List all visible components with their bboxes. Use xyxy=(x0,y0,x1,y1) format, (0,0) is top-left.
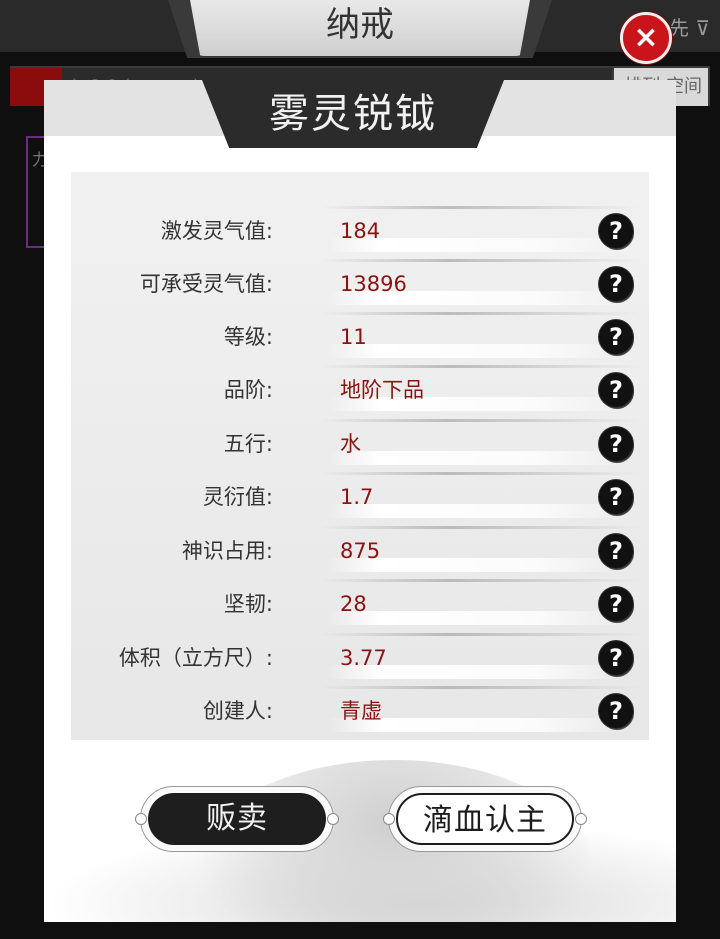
help-icon[interactable]: ? xyxy=(599,214,633,248)
attribute-label: 灵衍值: xyxy=(202,485,273,509)
close-icon: × xyxy=(633,20,659,55)
attribute-label: 品阶: xyxy=(223,378,273,402)
attribute-label: 激发灵气值: xyxy=(160,219,273,243)
attribute-row: 品阶: 地阶下品 ? xyxy=(71,361,649,415)
attribute-value: 11 xyxy=(340,325,367,349)
attribute-value: 3.77 xyxy=(340,646,387,670)
attribute-label: 创建人: xyxy=(202,699,273,723)
attribute-value: 青虚 xyxy=(340,699,382,723)
attribute-label: 体积（立方尺）: xyxy=(118,646,273,670)
attribute-value: 184 xyxy=(340,219,381,243)
mountain-mist-decoration xyxy=(44,740,676,922)
help-icon[interactable]: ? xyxy=(599,480,633,514)
row-brush-stroke xyxy=(327,611,627,625)
help-icon[interactable]: ? xyxy=(599,641,633,675)
attribute-row: 神识占用: 875 ? xyxy=(71,522,649,576)
attribute-value: 13896 xyxy=(340,272,407,296)
sell-button-frame: 贩卖 xyxy=(135,786,339,852)
attribute-label: 神识占用: xyxy=(181,539,273,563)
row-brush-stroke xyxy=(327,451,627,465)
row-brush-stroke xyxy=(327,344,627,358)
attribute-label: 等级: xyxy=(223,325,273,349)
help-icon[interactable]: ? xyxy=(599,373,633,407)
attribute-row: 体积（立方尺）: 3.77 ? xyxy=(71,629,649,683)
close-button[interactable]: × xyxy=(620,12,672,64)
attribute-value: 地阶下品 xyxy=(340,378,424,402)
attribute-value: 水 xyxy=(340,432,361,456)
modal-title: 雾灵锐钺 xyxy=(269,91,437,137)
help-icon[interactable]: ? xyxy=(599,320,633,354)
background-title: 纳戒 xyxy=(326,5,394,45)
blood-bind-button[interactable]: 滴血认主 xyxy=(396,793,574,845)
attribute-label: 五行: xyxy=(223,432,273,456)
help-icon[interactable]: ? xyxy=(599,534,633,568)
attribute-label: 坚韧: xyxy=(223,592,273,616)
attribute-row: 坚韧: 28 ? xyxy=(71,575,649,629)
sell-button[interactable]: 贩卖 xyxy=(148,793,326,845)
attribute-value: 28 xyxy=(340,592,367,616)
attribute-row: 可承受灵气值: 13896 ? xyxy=(71,255,649,309)
row-brush-stroke xyxy=(321,312,641,315)
attribute-row: 灵衍值: 1.7 ? xyxy=(71,468,649,522)
help-icon[interactable]: ? xyxy=(599,694,633,728)
item-detail-modal: 雾灵锐钺 激发灵气值: 184 ? 可承受灵气值: 13896 ? 等级: 11… xyxy=(44,80,676,922)
attribute-panel: 激发灵气值: 184 ? 可承受灵气值: 13896 ? 等级: 11 ? 品阶… xyxy=(71,172,649,740)
attribute-row: 等级: 11 ? xyxy=(71,308,649,362)
help-icon[interactable]: ? xyxy=(599,587,633,621)
blood-bind-button-frame: 滴血认主 xyxy=(383,786,587,852)
help-icon[interactable]: ? xyxy=(599,267,633,301)
help-icon[interactable]: ? xyxy=(599,427,633,461)
attribute-value: 1.7 xyxy=(340,485,374,509)
mist-layer xyxy=(44,820,676,922)
row-brush-stroke xyxy=(321,419,641,422)
background-filter-button[interactable]: 先 ⊽ xyxy=(669,12,710,41)
attribute-row: 激发灵气值: 184 ? xyxy=(71,202,649,256)
attribute-row: 五行: 水 ? xyxy=(71,415,649,469)
row-brush-stroke xyxy=(321,579,641,582)
attribute-label: 可承受灵气值: xyxy=(139,272,273,296)
attribute-value: 875 xyxy=(340,539,381,563)
attribute-row: 创建人: 青虚 ? xyxy=(71,682,649,736)
